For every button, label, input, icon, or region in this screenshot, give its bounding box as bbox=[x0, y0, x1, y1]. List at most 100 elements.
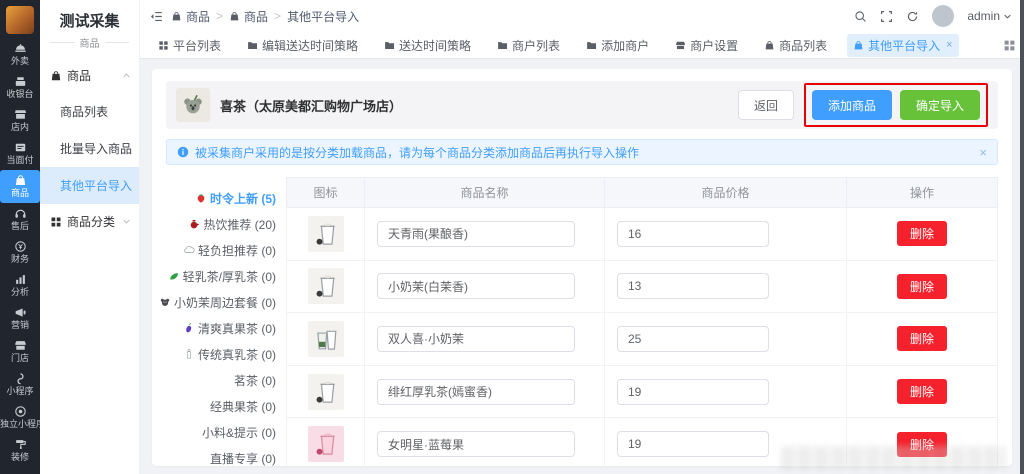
rail-item-decoration[interactable]: 装修 bbox=[0, 434, 40, 467]
rail-item-face-pay[interactable]: 当面付 bbox=[0, 137, 40, 170]
user-avatar[interactable] bbox=[932, 5, 954, 27]
product-price-input[interactable] bbox=[617, 326, 769, 352]
rail-item-mini-program[interactable]: 小程序 bbox=[0, 368, 40, 401]
category-item-traditional-milk-tea[interactable]: 传统真乳茶 (0) bbox=[166, 341, 286, 367]
product-name-input[interactable] bbox=[377, 273, 575, 299]
delete-button[interactable]: 删除 bbox=[897, 274, 947, 299]
rail-item-standalone-mini-program[interactable]: 独立小程序 bbox=[0, 401, 40, 434]
product-price-input[interactable] bbox=[617, 379, 769, 405]
store-icon bbox=[14, 339, 27, 352]
product-image bbox=[308, 321, 344, 357]
tab-platform-list[interactable]: 平台列表 bbox=[152, 34, 227, 57]
tab-delivery-time-policy[interactable]: 送达时间策略 bbox=[378, 34, 477, 57]
fullscreen-icon[interactable] bbox=[880, 10, 893, 23]
refresh-icon[interactable] bbox=[906, 10, 919, 23]
col-header-price: 商品价格 bbox=[605, 178, 847, 208]
delete-button[interactable]: 删除 bbox=[897, 379, 947, 404]
grid-icon bbox=[158, 40, 169, 51]
close-tab-icon[interactable]: × bbox=[946, 39, 952, 51]
category-item-ming-tea[interactable]: 茗茶 (0) bbox=[166, 367, 286, 393]
sidebar-group-goods-category[interactable]: 商品分类 bbox=[40, 204, 139, 239]
sidebar-group-goods[interactable]: 商品 bbox=[40, 58, 139, 93]
rail-item-analytics[interactable]: 分析 bbox=[0, 269, 40, 302]
tab-goods-list[interactable]: 商品列表 bbox=[758, 34, 833, 57]
chevron-down-icon bbox=[122, 217, 131, 226]
info-alert: 被采集商户采用的是按分类加载商品，请为每个商品分类添加商品后再执行导入操作 × bbox=[166, 139, 998, 165]
product-image bbox=[308, 216, 344, 252]
category-item-live-exclusive[interactable]: 直播专享 (0) bbox=[166, 445, 286, 466]
confirm-import-button[interactable]: 确定导入 bbox=[900, 90, 980, 120]
decoration-icon bbox=[14, 438, 27, 451]
bag-icon bbox=[171, 11, 182, 22]
product-name-input[interactable] bbox=[377, 379, 575, 405]
rail-item-after-sales[interactable]: 售后 bbox=[0, 203, 40, 236]
col-header-icon: 图标 bbox=[287, 178, 365, 208]
tab-add-merchant[interactable]: 添加商户 bbox=[580, 34, 655, 57]
window-scrollbar[interactable] bbox=[1020, 0, 1024, 474]
sidebar: 测试采集 商品 商品 商品列表 批量导入商品 其他平台导入 商品分类 bbox=[40, 0, 140, 474]
marketing-icon bbox=[14, 306, 27, 319]
add-goods-button[interactable]: 添加商品 bbox=[812, 90, 892, 120]
rail-item-takeout[interactable]: 外卖 bbox=[0, 38, 40, 71]
product-name-input[interactable] bbox=[377, 221, 575, 247]
rail-item-goods[interactable]: 商品 bbox=[0, 170, 40, 203]
rail-item-marketing[interactable]: 营销 bbox=[0, 302, 40, 335]
category-item-fresh-fruit-tea[interactable]: 清爽真果茶 (0) bbox=[166, 315, 286, 341]
store-title: 喜茶（太原美都汇购物广场店） bbox=[220, 96, 402, 115]
tab-edit-delivery-time-policy[interactable]: 编辑送达时间策略 bbox=[241, 34, 364, 57]
koala-icon bbox=[159, 296, 171, 308]
back-button[interactable]: 返回 bbox=[738, 90, 794, 120]
delete-button[interactable]: 删除 bbox=[897, 221, 947, 246]
tab-merchant-list[interactable]: 商户列表 bbox=[491, 34, 566, 57]
col-header-actions: 操作 bbox=[847, 178, 998, 208]
search-icon[interactable] bbox=[854, 10, 867, 23]
rail-item-finance[interactable]: 财务 bbox=[0, 236, 40, 269]
product-price-input[interactable] bbox=[617, 273, 769, 299]
bottle-icon bbox=[183, 348, 195, 360]
breadcrumb-item-goods[interactable]: 商品 bbox=[171, 8, 210, 25]
category-item-hot-drinks[interactable]: 热饮推荐 (20) bbox=[166, 211, 286, 237]
breadcrumb-item-goods-2[interactable]: 商品 bbox=[229, 8, 268, 25]
app-group-divider: 商品 bbox=[40, 33, 139, 58]
category-item-light-milk-tea[interactable]: 轻乳茶/厚乳茶 (0) bbox=[166, 263, 286, 289]
app-title: 测试采集 bbox=[40, 0, 139, 33]
product-image bbox=[308, 374, 344, 410]
category-item-xiaonaimo-set[interactable]: 小奶茉周边套餐 (0) bbox=[166, 289, 286, 315]
tabs-options-icon[interactable] bbox=[1003, 39, 1016, 52]
product-price-input[interactable] bbox=[617, 431, 769, 457]
bag-icon bbox=[229, 11, 240, 22]
user-menu[interactable]: admin bbox=[967, 9, 1012, 23]
tab-merchant-settings[interactable]: 商户设置 bbox=[669, 34, 744, 57]
table-row: 删除 bbox=[287, 260, 998, 313]
in-store-icon bbox=[14, 108, 27, 121]
sidebar-item-batch-import[interactable]: 批量导入商品 bbox=[40, 130, 139, 167]
tab-other-platform-import[interactable]: 其他平台导入 × bbox=[847, 34, 958, 57]
category-item-toppings-tips[interactable]: 小料&提示 (0) bbox=[166, 419, 286, 445]
rail-item-store[interactable]: 门店 bbox=[0, 335, 40, 368]
page-content: 喜茶（太原美都汇购物广场店） 返回 添加商品 确定导入 被采集商户采用的是按分类… bbox=[140, 59, 1024, 474]
strawberry-icon bbox=[195, 192, 207, 204]
leaf-icon bbox=[168, 270, 180, 282]
category-item-seasonal-new[interactable]: 时令上新 (5) bbox=[166, 185, 286, 211]
product-price-input[interactable] bbox=[617, 221, 769, 247]
hot-drink-icon bbox=[188, 218, 200, 230]
sidebar-item-goods-list[interactable]: 商品列表 bbox=[40, 93, 139, 130]
rail-item-cashier[interactable]: 收银台 bbox=[0, 71, 40, 104]
face-pay-icon bbox=[14, 141, 27, 154]
product-name-input[interactable] bbox=[377, 431, 575, 457]
folder-icon bbox=[247, 40, 258, 51]
cashier-icon bbox=[14, 75, 27, 88]
category-item-classic-fruit-tea[interactable]: 经典果茶 (0) bbox=[166, 393, 286, 419]
product-name-input[interactable] bbox=[377, 326, 575, 352]
rail-item-in-store[interactable]: 店内 bbox=[0, 104, 40, 137]
main-area: 商品 > 商品 > 其他平台导入 bbox=[140, 0, 1024, 474]
red-annotation-box: 添加商品 确定导入 bbox=[804, 83, 988, 127]
delete-button[interactable]: 删除 bbox=[897, 326, 947, 351]
category-item-light-burden[interactable]: 轻负担推荐 (0) bbox=[166, 237, 286, 263]
app-logo bbox=[6, 6, 34, 34]
alert-close-icon[interactable]: × bbox=[979, 145, 987, 160]
collapse-sidebar-icon[interactable] bbox=[150, 10, 163, 23]
sidebar-item-other-platform-import[interactable]: 其他平台导入 bbox=[40, 167, 139, 204]
col-header-name: 商品名称 bbox=[365, 178, 605, 208]
app-root: 外卖 收银台 店内 当面付 商品 售后 财务 分析 bbox=[0, 0, 1024, 474]
